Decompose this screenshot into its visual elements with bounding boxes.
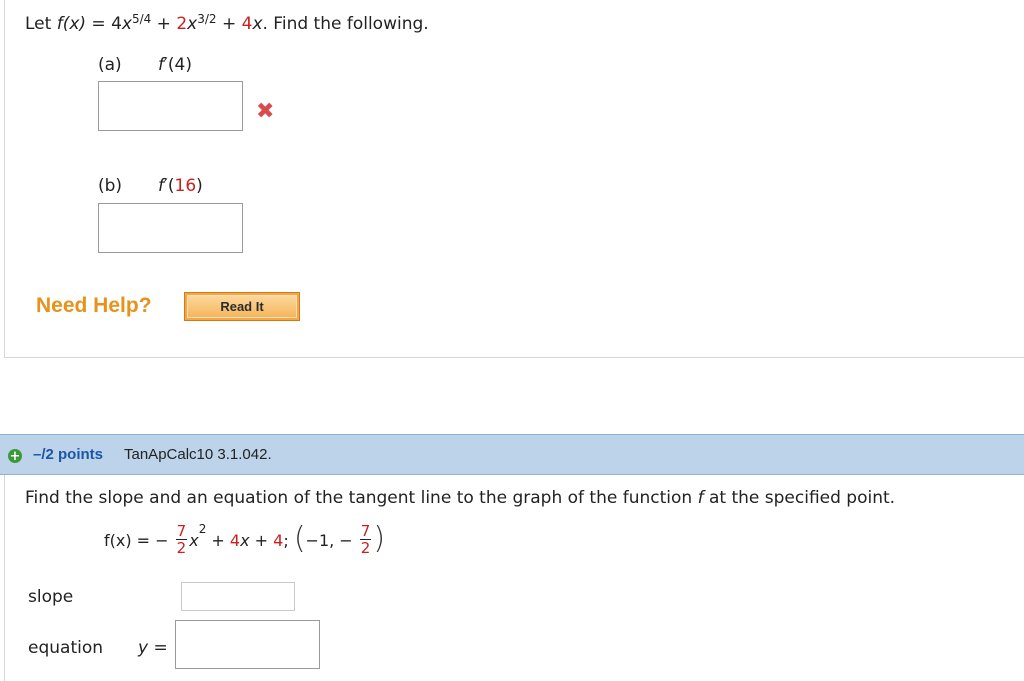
question-1-panel [4,0,1024,358]
question-1-statement: Let f(x) = 4x5/4 + 2x3/2 + 4x. Find the … [25,12,429,34]
question-id: TanApCalc10 3.1.042. [124,446,272,463]
fraction-point-y: 72 [359,522,372,557]
points-label: –/2 points [33,446,104,463]
slope-label: slope [28,587,74,607]
equation-input[interactable] [175,620,320,669]
part-a-expression: f′(4) [158,55,192,75]
question-2-prompt: Find the slope and an equation of the ta… [25,488,896,508]
part-b-expression: f′(16) [158,176,203,196]
part-b-answer-input[interactable] [98,203,243,253]
read-it-label: Read It [187,295,297,318]
part-a-answer-input[interactable] [98,81,243,131]
question-2-header: + –/2 points TanApCalc10 3.1.042. [0,434,1024,475]
part-a-label: (a) [98,55,122,75]
question-2-function: f(x) = − 7 2 x2 + 4x + 4; (−1, − 7 2) [104,521,386,557]
expand-plus-icon[interactable]: + [8,449,22,463]
part-b-label: (b) [98,176,123,196]
y-equals-label: y = [138,638,168,658]
equation-label: equation [28,638,104,658]
fraction-seven-halves: 72 [175,522,188,557]
slope-input[interactable] [181,582,295,611]
need-help-heading: Need Help? [36,294,152,317]
read-it-button[interactable]: Read It [184,292,300,321]
incorrect-x-icon: ✖ [256,99,275,124]
